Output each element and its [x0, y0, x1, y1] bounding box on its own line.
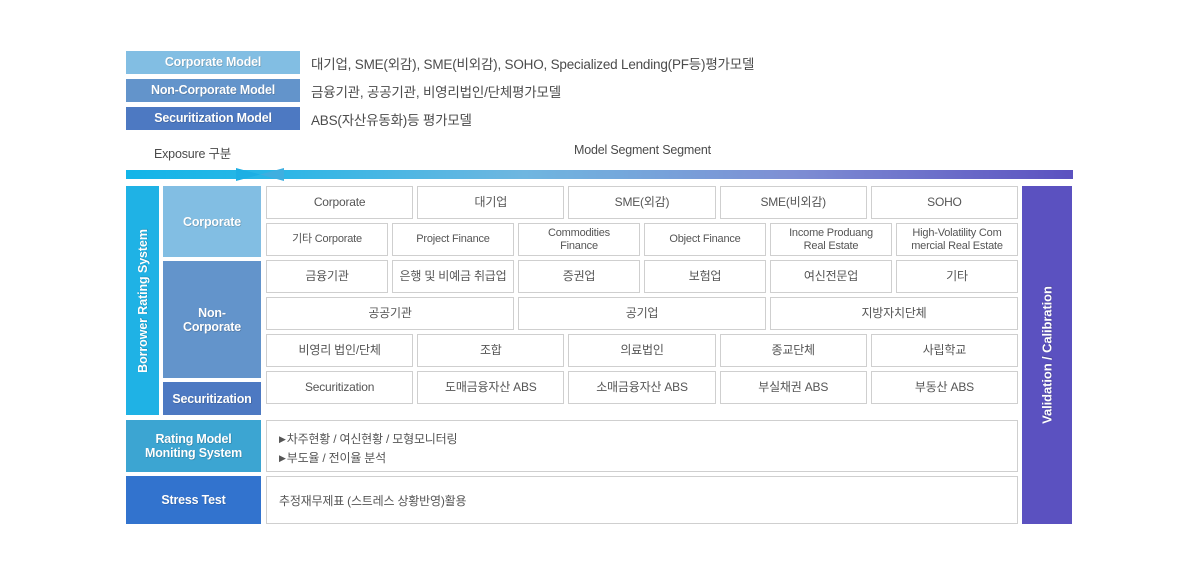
segment-cell: 대기업 [417, 186, 565, 219]
legend-desc-non-corporate-model: 금융기관, 공공기관, 비영리법인/단체평가모델 [311, 84, 561, 100]
category-non-corporate-line2: Corporate [183, 319, 241, 334]
legend-row-corporate-model: Corporate Model 대기업, SME(외감), SME(비외감), … [126, 51, 754, 74]
segment-cell: 증권업 [518, 260, 640, 293]
stress-test-block: Stress Test [126, 476, 261, 524]
segment-cell-line1: Object Finance [669, 233, 741, 246]
legend-row-non-corporate-model: Non-Corporate Model 금융기관, 공공기관, 비영리법인/단체… [126, 79, 754, 102]
segment-cell: 보험업 [644, 260, 766, 293]
rating-model-monitoring-system-block: Rating Model Moniting System [126, 420, 261, 472]
segment-cell-text: Object Finance [669, 233, 740, 245]
segment-cell: SME(비외감) [719, 186, 867, 219]
legend: Corporate Model 대기업, SME(외감), SME(비외감), … [126, 51, 754, 135]
category-corporate: Corporate [163, 186, 261, 257]
segment-cell-text: Income Produang Real Estate [789, 227, 873, 252]
category-non-corporate-label: Non- Corporate [183, 306, 241, 334]
rating-model-line1: Rating Model [155, 431, 232, 446]
segment-cell-line2: mercial Real Estate [911, 239, 1003, 252]
segment-cell: Income Produang Real Estate [770, 223, 892, 256]
rating-panel-text-1: 차주현황 / 여신현황 / 모형모니터링 [286, 432, 458, 446]
segment-cell: 기타 Corporate [266, 223, 388, 256]
segment-cell: SME(외감) [568, 186, 716, 219]
rating-panel-text-2: 부도율 / 전이율 분석 [286, 450, 386, 465]
legend-chip-non-corporate-model: Non-Corporate Model [126, 79, 300, 102]
segment-cell: High-Volatility Com mercial Real Estate [896, 223, 1018, 256]
segment-cell: 여신전문업 [770, 260, 892, 293]
rating-model-line2: Moniting System [144, 446, 242, 460]
segment-cell: 부동산 ABS [870, 371, 1019, 404]
segment-cell: 기타 [896, 260, 1018, 293]
rating-model-monitoring-system-label: Rating Model Moniting System [145, 432, 242, 461]
rating-model-monitoring-panel: ▶차주현황 / 여신현황 / 모형모니터링 ▶부도율 / 전이율 분석 [266, 420, 1018, 472]
segment-cell-text: 기타 Corporate [292, 233, 362, 245]
segment-cell-line1: Commodities [548, 227, 610, 240]
segment-cell: Commodities Finance [518, 223, 640, 256]
diagram-root: Corporate Model 대기업, SME(외감), SME(비외감), … [0, 0, 1200, 579]
stress-test-panel: 추정재무제표 (스트레스 상황반영)활용 [266, 476, 1018, 524]
segment-row-public: 공공기관 공기업 지방자치단체 [266, 297, 1018, 330]
borrower-rating-system-label: Borrower Rating System [135, 228, 150, 373]
legend-row-securitization-model: Securitization Model ABS(자산유동화)등 평가모델 [126, 107, 754, 130]
segment-cell: 도매금융자산 ABS [417, 371, 565, 404]
segment-cell-text: High-Volatility Com mercial Real Estate [911, 227, 1003, 252]
segment-cell: 사립학교 [870, 334, 1019, 367]
exposure-axis-label: Exposure 구분 [154, 147, 232, 161]
segment-cell: 부실채권 ABS [719, 371, 867, 404]
segment-cell-line1: High-Volatility Com [912, 227, 1002, 240]
segment-cell: Corporate [266, 186, 414, 219]
arrow-head-right-icon [236, 168, 260, 181]
stress-test-label: Stress Test [161, 492, 226, 507]
segment-cell: 소매금융자산 ABS [568, 371, 716, 404]
rating-system-matrix: Borrower Rating System Validation / Cali… [126, 186, 1073, 524]
segment-cell-line1: Project Finance [416, 233, 490, 246]
segment-cell: 은행 및 비예금 취급업 [392, 260, 514, 293]
exposure-segment-gradient-arrow [126, 168, 1073, 181]
arrow-head-left-icon [260, 168, 284, 181]
legend-desc-corporate-model: 대기업, SME(외감), SME(비외감), SOHO, Specialize… [311, 56, 755, 72]
segment-row-securitization: Securitization 도매금융자산 ABS 소매금융자산 ABS 부실채… [266, 371, 1019, 404]
category-securitization: Securitization [163, 382, 261, 415]
segment-cell-line1: Income Produang [789, 227, 873, 240]
category-non-corporate-line1: Non- [198, 305, 226, 320]
model-segment-axis-label: Model Segment Segment [574, 143, 711, 157]
segment-cell: Project Finance [392, 223, 514, 256]
segment-cell: Object Finance [644, 223, 766, 256]
stress-test-panel-text: 추정재무제표 (스트레스 상황반영)활용 [279, 493, 467, 508]
category-securitization-label: Securitization [172, 391, 252, 406]
segment-cell: 지방자치단체 [770, 297, 1018, 330]
rating-panel-line-2: ▶부도율 / 전이율 분석 [279, 449, 1005, 468]
rating-panel-line-1: ▶차주현황 / 여신현황 / 모형모니터링 [279, 430, 1005, 449]
segment-cell-line1: 기타 Corporate [292, 233, 362, 246]
segment-cell-text: Project Finance [416, 233, 490, 246]
segment-row-financial: 금융기관 은행 및 비예금 취급업 증권업 보험업 여신전문업 기타 [266, 260, 1018, 293]
borrower-rating-system-rail: Borrower Rating System [126, 186, 159, 415]
segment-row-corporate-1: Corporate 대기업 SME(외감) SME(비외감) SOHO [266, 186, 1019, 219]
segment-cell-line2: Real Estate [803, 239, 859, 252]
legend-chip-securitization-model: Securitization Model [126, 107, 300, 130]
validation-calibration-label: Validation / Calibration [1039, 286, 1055, 424]
segment-cell: 종교단체 [719, 334, 867, 367]
segment-cell: Securitization [266, 371, 414, 404]
segment-cell-text: Commodities Finance [548, 227, 610, 252]
legend-chip-corporate-model: Corporate Model [126, 51, 300, 74]
segment-cell-line2: Finance [560, 239, 598, 252]
category-non-corporate: Non- Corporate [163, 261, 261, 378]
legend-desc-securitization-model: ABS(자산유동화)등 평가모델 [311, 112, 472, 128]
validation-calibration-rail: Validation / Calibration [1022, 186, 1072, 524]
segment-cell: 의료법인 [568, 334, 716, 367]
category-corporate-label: Corporate [183, 214, 241, 229]
segment-cell: 금융기관 [266, 260, 388, 293]
bullet-triangle-icon: ▶ [279, 434, 286, 444]
segment-cell: 공기업 [518, 297, 766, 330]
segment-cell: SOHO [870, 186, 1019, 219]
segment-cell: 비영리 법인/단체 [266, 334, 414, 367]
segment-row-corporate-2: 기타 Corporate Project Finance Commodities… [266, 223, 1018, 256]
segment-cell: 조합 [417, 334, 565, 367]
segment-cell: 공공기관 [266, 297, 514, 330]
bullet-triangle-icon: ▶ [279, 452, 286, 463]
segment-row-nonprofit: 비영리 법인/단체 조합 의료법인 종교단체 사립학교 [266, 334, 1019, 367]
segment-cell-grid: Corporate 대기업 SME(외감) SME(비외감) SOHO 기타 C… [266, 186, 1019, 408]
